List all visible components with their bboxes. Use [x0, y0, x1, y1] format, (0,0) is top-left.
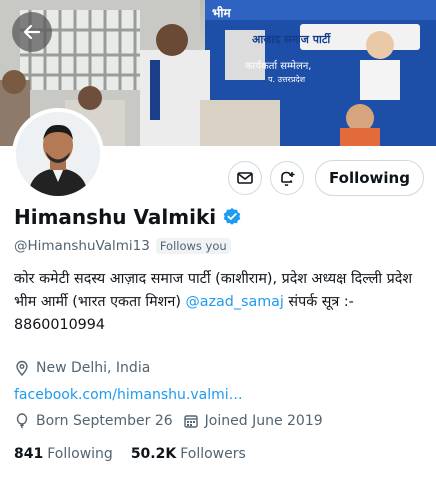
followers-count: 50.2K: [130, 446, 177, 462]
verified-badge-icon[interactable]: [222, 207, 242, 227]
handle: @HimanshuValmi13: [14, 238, 150, 254]
avatar[interactable]: [12, 108, 104, 200]
banner-text-1: भीम: [212, 6, 231, 20]
bio-mention-link[interactable]: @azad_samaj: [185, 294, 283, 310]
location-row: New Delhi, India: [14, 360, 150, 376]
bio: कोर कमेटी सदस्य आज़ाद समाज पार्टी (काशीर…: [14, 268, 424, 337]
follows-you-badge: Follows you: [155, 238, 231, 254]
followers-stat[interactable]: 50.2K Followers: [131, 446, 246, 462]
notifications-button[interactable]: [270, 161, 304, 195]
joined-date: Joined June 2019: [204, 413, 323, 429]
banner-text-4: प. उत्तरप्रदेश: [268, 75, 306, 84]
following-stat[interactable]: 841 Following: [14, 446, 113, 462]
born-date: Born September 26: [36, 413, 173, 429]
following-count: 841: [14, 446, 44, 462]
envelope-icon: [237, 172, 253, 184]
arrow-left-icon: [23, 24, 41, 40]
bell-plus-icon: [281, 171, 295, 186]
balloon-icon: [16, 413, 28, 429]
website-row: facebook.com/himanshu.valmi…: [14, 387, 243, 403]
followers-label: Followers: [180, 446, 246, 462]
name-row: Himanshu Valmiki: [14, 205, 242, 229]
following-label: Following: [47, 446, 113, 462]
calendar-icon: [183, 415, 198, 428]
following-button[interactable]: Following: [315, 160, 424, 196]
back-button[interactable]: [12, 12, 52, 52]
follow-stats: 841 Following 50.2K Followers: [14, 446, 264, 462]
avatar-photo: [16, 112, 100, 196]
location-pin-icon: [16, 360, 28, 376]
website-link[interactable]: facebook.com/himanshu.valmi…: [14, 387, 243, 403]
banner-text-3: कार्यकर्ता सम्मेलन,: [245, 61, 312, 72]
handle-row: @HimanshuValmi13 Follows you: [14, 238, 231, 254]
dates-row: Born September 26 Joined June 2019: [14, 413, 323, 429]
message-button[interactable]: [228, 161, 262, 195]
banner-text-2: आज़ाद समाज पार्टी: [252, 33, 331, 46]
location-text: New Delhi, India: [36, 360, 151, 376]
display-name: Himanshu Valmiki: [14, 205, 217, 229]
